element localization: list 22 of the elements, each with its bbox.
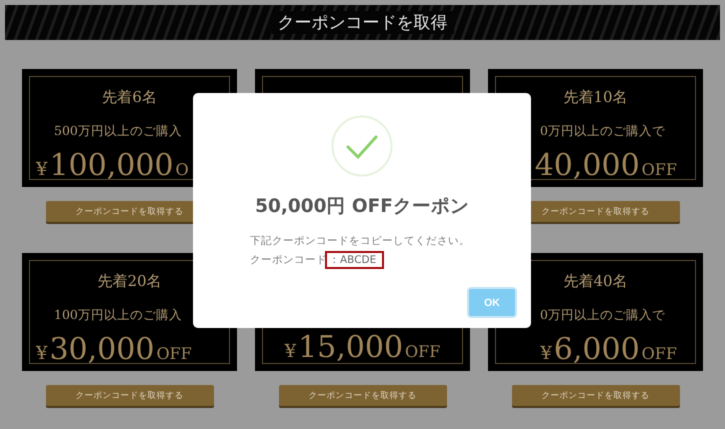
coupon-amount: ¥30,000 OFF (36, 335, 192, 365)
coupon-amount: ¥15,000 OFF (284, 333, 440, 364)
coupon-condition: 0万円以上のご購入で (540, 122, 665, 140)
get-code-button[interactable]: クーポンコードを取得する (46, 385, 214, 406)
coupon-title: 先着10名 (563, 87, 628, 108)
coupon-code: ：ABCDE (325, 251, 384, 269)
code-label: クーポンコード (250, 253, 327, 267)
success-check-icon (331, 115, 393, 177)
get-code-button[interactable]: クーポンコードを取得する (278, 385, 446, 406)
get-code-button[interactable]: クーポンコードを取得する (512, 385, 680, 406)
coupon-amount: ¥100,000 O (36, 151, 189, 181)
coupon-condition: 0万円以上のご購入で (540, 306, 665, 324)
coupon-title: 先着40名 (563, 271, 628, 292)
coupon-title: 先着20名 (97, 271, 162, 292)
dialog-message: 下記クーポンコードをコピーしてください。 (250, 234, 470, 248)
dialog-title: 50,000円 OFFクーポン (255, 195, 469, 218)
coupon-condition: 500万円以上のご購入 (54, 122, 182, 140)
coupon-amount: ¥6,000 OFF (540, 335, 677, 365)
coupon-title: 先着6名 (102, 87, 157, 108)
coupon-condition: 100万円以上のご購入 (54, 306, 182, 324)
header-title: クーポンコードを取得 (272, 11, 454, 34)
coupon-amount: 40,000 OFF (534, 151, 677, 181)
